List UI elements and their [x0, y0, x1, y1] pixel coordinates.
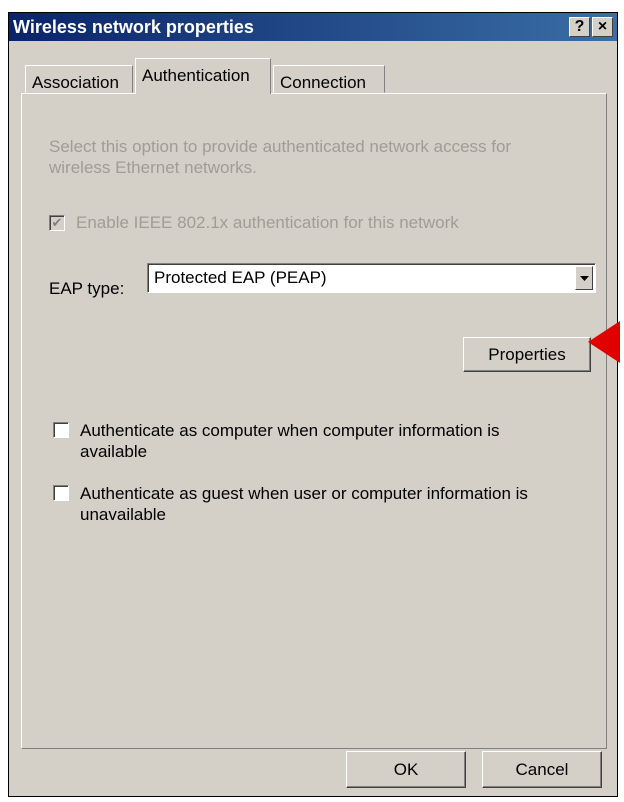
auth-computer-checkbox[interactable]: [53, 422, 69, 438]
auth-guest-checkbox[interactable]: [53, 485, 69, 501]
close-button[interactable]: ×: [592, 17, 613, 37]
eap-type-value: Protected EAP (PEAP): [154, 268, 327, 287]
ok-button[interactable]: OK: [346, 751, 466, 788]
tab-connection-label: Connection: [280, 73, 367, 92]
tab-authentication[interactable]: Authentication: [135, 58, 271, 94]
enable-8021x-checkbox[interactable]: ✔: [49, 215, 65, 231]
window-title: Wireless network properties: [13, 17, 254, 37]
enable-8021x-label: Enable IEEE 802.1x authentication for th…: [76, 213, 459, 232]
auth-computer-label: Authenticate as computer when computer i…: [80, 421, 500, 461]
eap-type-select[interactable]: Protected EAP (PEAP): [147, 263, 596, 293]
authentication-panel: Select this option to provide authentica…: [21, 93, 607, 749]
properties-button[interactable]: Properties: [463, 337, 591, 372]
tab-connection[interactable]: Connection: [273, 65, 385, 93]
red-arrow-annotation: [588, 321, 620, 363]
chevron-down-icon[interactable]: [575, 266, 593, 290]
auth-guest-label: Authenticate as guest when user or compu…: [80, 484, 528, 524]
title-bar[interactable]: Wireless network properties ? ×: [9, 13, 617, 41]
wireless-network-properties-dialog: Wireless network properties ? × Associat…: [8, 12, 618, 797]
auth-description: Select this option to provide authentica…: [49, 137, 512, 177]
tab-authentication-label: Authentication: [142, 66, 250, 85]
tab-association-label: Association: [32, 73, 119, 92]
cancel-button[interactable]: Cancel: [482, 751, 602, 788]
tab-association[interactable]: Association: [25, 65, 133, 93]
eap-type-label: EAP type:: [49, 279, 125, 298]
help-button[interactable]: ?: [569, 17, 590, 37]
